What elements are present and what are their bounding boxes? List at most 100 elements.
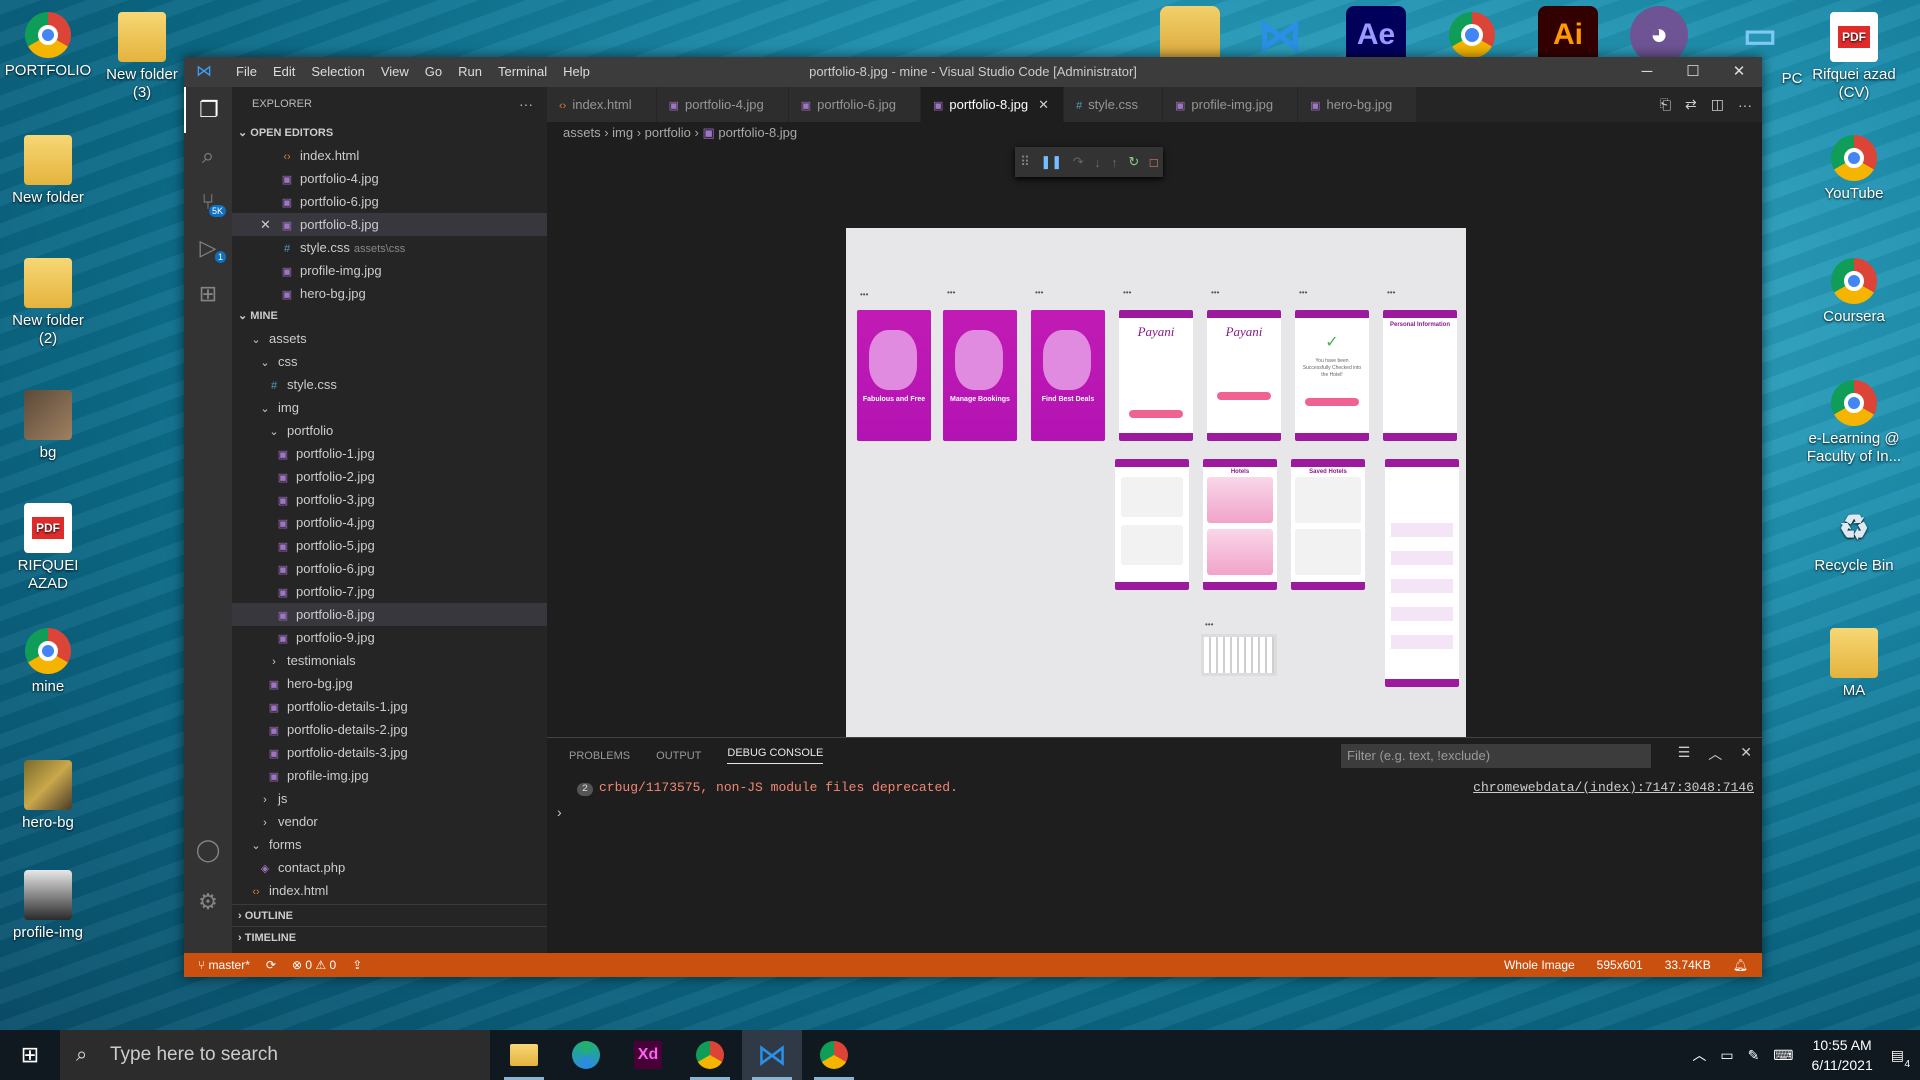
- tree-file[interactable]: ▣ hero-bg.jpg: [232, 672, 547, 695]
- account-icon[interactable]: ◯: [184, 827, 232, 873]
- menu-help[interactable]: Help: [555, 57, 598, 87]
- vscode-taskbar-icon[interactable]: ⋈: [742, 1030, 802, 1080]
- tree-file[interactable]: ▣ portfolio-2.jpg: [232, 465, 547, 488]
- vscode-icon[interactable]: ⋈: [1250, 6, 1310, 64]
- breadcrumb-item[interactable]: img: [612, 125, 633, 140]
- github-desktop-icon[interactable]: ◕: [1630, 6, 1688, 64]
- maximize-button[interactable]: ☐: [1670, 57, 1716, 87]
- tree-file[interactable]: ▣ portfolio-details-2.jpg: [232, 718, 547, 741]
- adobe-xd-icon[interactable]: Xd: [618, 1030, 678, 1080]
- tab-debug-console[interactable]: DEBUG CONSOLE: [727, 747, 824, 764]
- menu-edit[interactable]: Edit: [265, 57, 303, 87]
- open-editor-item[interactable]: ▣ profile-img.jpg: [232, 259, 547, 282]
- desktop-icon-coursera[interactable]: Coursera: [1804, 258, 1904, 326]
- desktop-icon-new-folder-3[interactable]: New folder (3): [94, 12, 190, 102]
- tab-problems[interactable]: PROBLEMS: [569, 750, 630, 762]
- extensions-icon[interactable]: ⊞: [184, 271, 232, 317]
- tree-folder[interactable]: › vendor: [232, 810, 547, 833]
- desktop-icon-elearning[interactable]: e-Learning @ Faculty of In...: [1800, 380, 1908, 466]
- close-panel-icon[interactable]: ✕: [1740, 744, 1752, 764]
- windows-start-icon[interactable]: ⊞: [0, 1030, 60, 1080]
- desktop-icon-portfolio[interactable]: PORTFOLIO: [0, 12, 96, 80]
- menu-view[interactable]: View: [373, 57, 417, 87]
- tree-file[interactable]: ▣ portfolio-details-3.jpg: [232, 741, 547, 764]
- drag-handle-icon[interactable]: ⠿: [1020, 154, 1030, 170]
- tree-file[interactable]: ▣ portfolio-9.jpg: [232, 626, 547, 649]
- menu-go[interactable]: Go: [417, 57, 450, 87]
- tree-file[interactable]: ‹› index.html: [232, 879, 547, 902]
- split-editor-icon[interactable]: ◫: [1711, 96, 1724, 113]
- step-into-icon[interactable]: ↓: [1094, 155, 1101, 170]
- desktop-icon-rifquei-azad[interactable]: PDF RIFQUEI AZAD: [0, 503, 96, 593]
- tab-style-css[interactable]: # style.css: [1064, 87, 1164, 122]
- menu-run[interactable]: Run: [450, 57, 490, 87]
- desktop-icon-cv[interactable]: PDF Rifquei azad (CV): [1804, 12, 1904, 102]
- open-editor-item[interactable]: # style.css assets\css: [232, 236, 547, 259]
- tree-folder[interactable]: ⌄ img: [232, 396, 547, 419]
- tree-file[interactable]: ▣ portfolio-6.jpg: [232, 557, 547, 580]
- image-scope[interactable]: Whole Image: [1504, 953, 1575, 977]
- tree-file[interactable]: ▣ profile-img.jpg: [232, 764, 547, 787]
- tree-folder[interactable]: › js: [232, 787, 547, 810]
- tree-file[interactable]: ▣ portfolio-8.jpg: [232, 603, 547, 626]
- close-window-button[interactable]: ✕: [1716, 57, 1762, 87]
- breadcrumb-item[interactable]: portfolio-8.jpg: [718, 125, 797, 140]
- keyboard-icon[interactable]: ⌨: [1773, 1047, 1793, 1064]
- source-control-icon[interactable]: ⑂ 5K: [184, 179, 232, 225]
- open-editors-section[interactable]: ⌄ OPEN EDITORS: [232, 122, 547, 144]
- chrome-taskbar-icon[interactable]: [680, 1030, 740, 1080]
- settings-gear-icon[interactable]: ⚙: [184, 879, 232, 925]
- tab-portfolio-6-jpg[interactable]: ▣ portfolio-6.jpg: [788, 87, 921, 122]
- compare-icon[interactable]: ⇄: [1685, 96, 1697, 113]
- tab-portfolio-4-jpg[interactable]: ▣ portfolio-4.jpg: [656, 87, 789, 122]
- menu-file[interactable]: File: [228, 57, 265, 87]
- sync-icon[interactable]: ⟳: [266, 953, 276, 977]
- breadcrumb-item[interactable]: assets: [563, 125, 601, 140]
- maximize-panel-icon[interactable]: ︿: [1708, 744, 1722, 764]
- tab-output[interactable]: OUTPUT: [656, 750, 701, 762]
- chrome-icon[interactable]: [1442, 6, 1502, 64]
- tree-folder[interactable]: ⌄ forms: [232, 833, 547, 856]
- file-explorer-icon[interactable]: [494, 1030, 554, 1080]
- desktop-icon-hero-bg[interactable]: hero-bg: [0, 760, 96, 832]
- illustrator-icon[interactable]: Ai: [1538, 6, 1598, 64]
- more-actions-icon[interactable]: ···: [1738, 97, 1752, 113]
- desktop-icon-new-folder[interactable]: New folder: [0, 135, 96, 207]
- open-editor-item[interactable]: ▣ hero-bg.jpg: [232, 282, 547, 305]
- notification-center-icon[interactable]: ▤ 4: [1891, 1047, 1910, 1070]
- explorer-icon[interactable]: ❐: [184, 87, 232, 133]
- tab-hero-bg-jpg[interactable]: ▣ hero-bg.jpg: [1298, 87, 1418, 122]
- open-editor-item[interactable]: ‹› index.html: [232, 144, 547, 167]
- branch-item[interactable]: ⑂ master*: [198, 953, 250, 977]
- notifications-bell-icon[interactable]: 🔔︎: [1733, 953, 1748, 977]
- pause-icon[interactable]: ❚❚: [1040, 154, 1062, 170]
- problems-item[interactable]: ⊗ 0 ⚠ 0: [292, 953, 336, 977]
- tab-profile-img-jpg[interactable]: ▣ profile-img.jpg: [1163, 87, 1299, 122]
- menu-selection[interactable]: Selection: [303, 57, 372, 87]
- step-over-icon[interactable]: ↷: [1073, 154, 1084, 170]
- this-pc-icon[interactable]: ▭: [1730, 6, 1790, 64]
- run-debug-icon[interactable]: ▷ 1: [184, 225, 232, 271]
- console-filter-input[interactable]: Filter (e.g. text, !exclude): [1341, 744, 1651, 768]
- tree-file[interactable]: ▣ portfolio-5.jpg: [232, 534, 547, 557]
- menu-terminal[interactable]: Terminal: [490, 57, 555, 87]
- tab-portfolio-8-jpg[interactable]: ▣ portfolio-8.jpg ✕: [920, 87, 1065, 122]
- desktop-icon-recycle-bin[interactable]: ♻ Recycle Bin: [1804, 503, 1904, 575]
- desktop-icon-new-folder-2[interactable]: New folder (2): [0, 258, 96, 348]
- source-link[interactable]: chromewebdata/(index):7147:3048:7146: [1473, 780, 1754, 795]
- desktop-icon-bg[interactable]: bg: [0, 390, 96, 462]
- pen-icon[interactable]: ✎: [1748, 1047, 1760, 1064]
- tree-folder[interactable]: ⌄ assets: [232, 327, 547, 350]
- search-icon[interactable]: ⌕: [184, 133, 232, 179]
- folder-user-icon[interactable]: [1160, 6, 1220, 64]
- close-editor-icon[interactable]: ✕: [260, 213, 271, 236]
- tree-file[interactable]: ▣ portfolio-7.jpg: [232, 580, 547, 603]
- console-prompt[interactable]: ›: [557, 804, 562, 820]
- after-effects-icon[interactable]: Ae: [1346, 6, 1406, 64]
- stop-icon[interactable]: □: [1150, 155, 1158, 170]
- tree-folder[interactable]: › testimonials: [232, 649, 547, 672]
- open-changes-icon[interactable]: ⎗: [1660, 96, 1671, 113]
- taskbar-search[interactable]: ⌕ Type here to search: [60, 1030, 490, 1080]
- tree-file[interactable]: ◈ contact.php: [232, 856, 547, 879]
- desktop-icon-ma[interactable]: MA: [1804, 628, 1904, 700]
